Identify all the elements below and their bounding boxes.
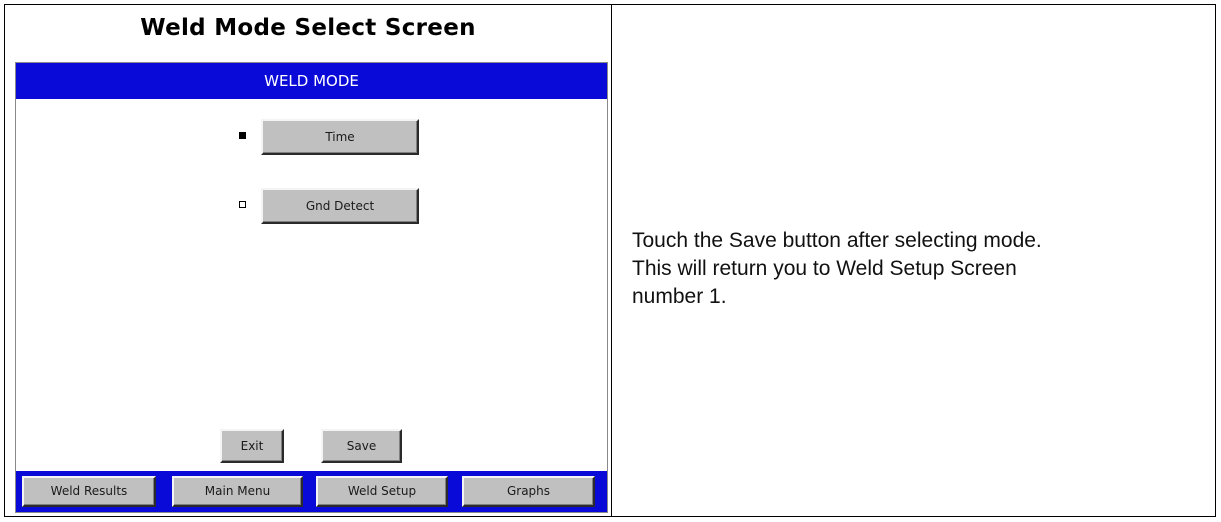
- note-line: number 1.: [632, 285, 727, 308]
- note-line: This will return you to Weld Setup Scree…: [632, 257, 1017, 280]
- left-cell: Weld Mode Select Screen WELD MODE Time G…: [5, 5, 611, 516]
- exit-button[interactable]: Exit: [220, 429, 284, 463]
- time-mode-button[interactable]: Time: [261, 119, 419, 155]
- hmi-screen: WELD MODE Time Gnd Detect Exit Save Weld…: [15, 62, 608, 513]
- document-table: Weld Mode Select Screen WELD MODE Time G…: [4, 4, 1216, 517]
- selected-indicator-icon: [239, 132, 246, 139]
- screen-header: WELD MODE: [16, 63, 607, 99]
- graphs-button[interactable]: Graphs: [462, 476, 595, 507]
- note-line: Touch the Save button after selecting mo…: [632, 229, 1042, 252]
- section-title: Weld Mode Select Screen: [140, 15, 476, 41]
- unselected-indicator-icon: [239, 201, 246, 208]
- bottom-nav-bar: Weld Results Main Menu Weld Setup Graphs: [16, 471, 607, 512]
- weld-results-button[interactable]: Weld Results: [22, 476, 156, 507]
- gnd-detect-mode-button[interactable]: Gnd Detect: [261, 188, 419, 224]
- weld-setup-button[interactable]: Weld Setup: [316, 476, 448, 507]
- main-menu-button[interactable]: Main Menu: [172, 476, 303, 507]
- right-cell: Touch the Save button after selecting mo…: [612, 5, 1215, 516]
- save-button[interactable]: Save: [321, 429, 402, 463]
- instruction-note: Touch the Save button after selecting mo…: [632, 227, 1192, 311]
